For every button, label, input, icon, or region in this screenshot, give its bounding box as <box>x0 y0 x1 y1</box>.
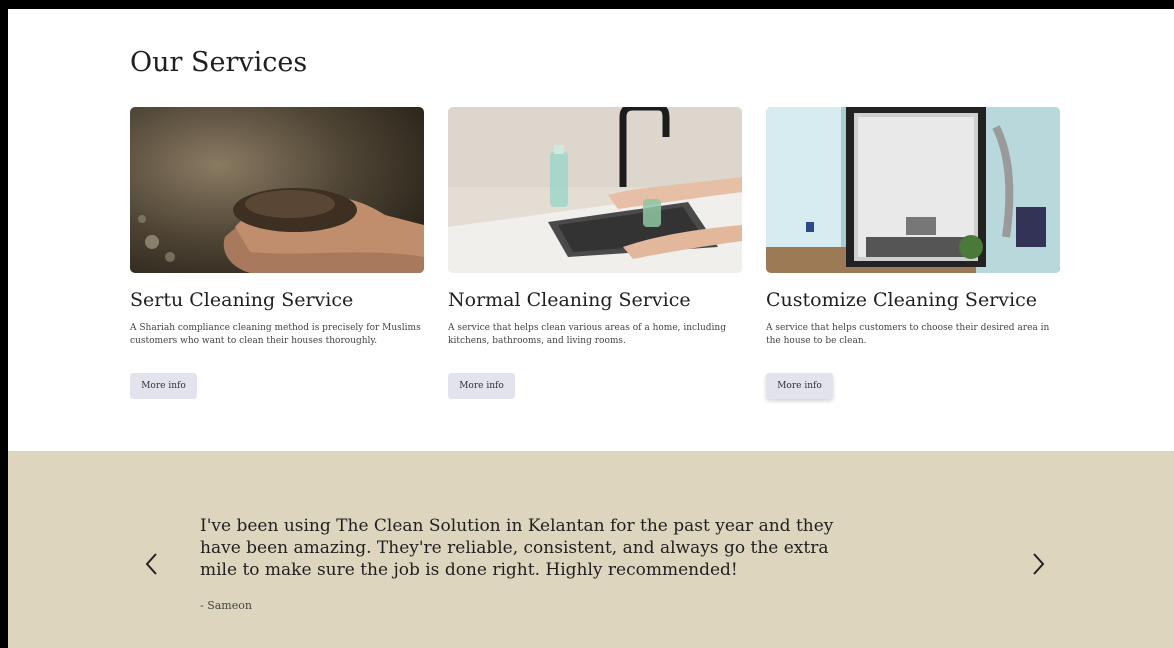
service-card-customize: Customize Cleaning Service A service tha… <box>766 107 1060 399</box>
page-frame: Our Services Sertu Cleaning Service A Sh… <box>8 9 1174 648</box>
service-image-kitchen <box>448 107 742 273</box>
services-section: Our Services Sertu Cleaning Service A Sh… <box>8 9 1174 451</box>
chevron-right-icon[interactable] <box>1026 550 1050 578</box>
service-title: Sertu Cleaning Service <box>130 289 354 311</box>
service-description: A service that helps clean various areas… <box>448 323 726 346</box>
service-title: Normal Cleaning Service <box>448 289 691 311</box>
testimonial-quote: I've been using The Clean Solution in Ke… <box>200 516 834 580</box>
service-description: A service that helps customers to choose… <box>766 323 1050 346</box>
service-title: Customize Cleaning Service <box>766 289 1037 311</box>
more-info-button[interactable]: More info <box>130 373 197 399</box>
testimonial-author: - Sameon <box>200 599 252 612</box>
service-image-soil <box>130 107 424 273</box>
services-title: Our Services <box>130 47 308 78</box>
more-info-button[interactable]: More info <box>766 373 833 399</box>
service-image-grow-tent <box>766 107 1060 273</box>
service-description: A Shariah compliance cleaning method is … <box>130 323 421 346</box>
service-card-normal: Normal Cleaning Service A service that h… <box>448 107 742 399</box>
testimonial-section: I've been using The Clean Solution in Ke… <box>8 451 1174 648</box>
more-info-button[interactable]: More info <box>448 373 515 399</box>
chevron-left-icon[interactable] <box>140 550 164 578</box>
service-card-sertu: Sertu Cleaning Service A Shariah complia… <box>130 107 424 399</box>
